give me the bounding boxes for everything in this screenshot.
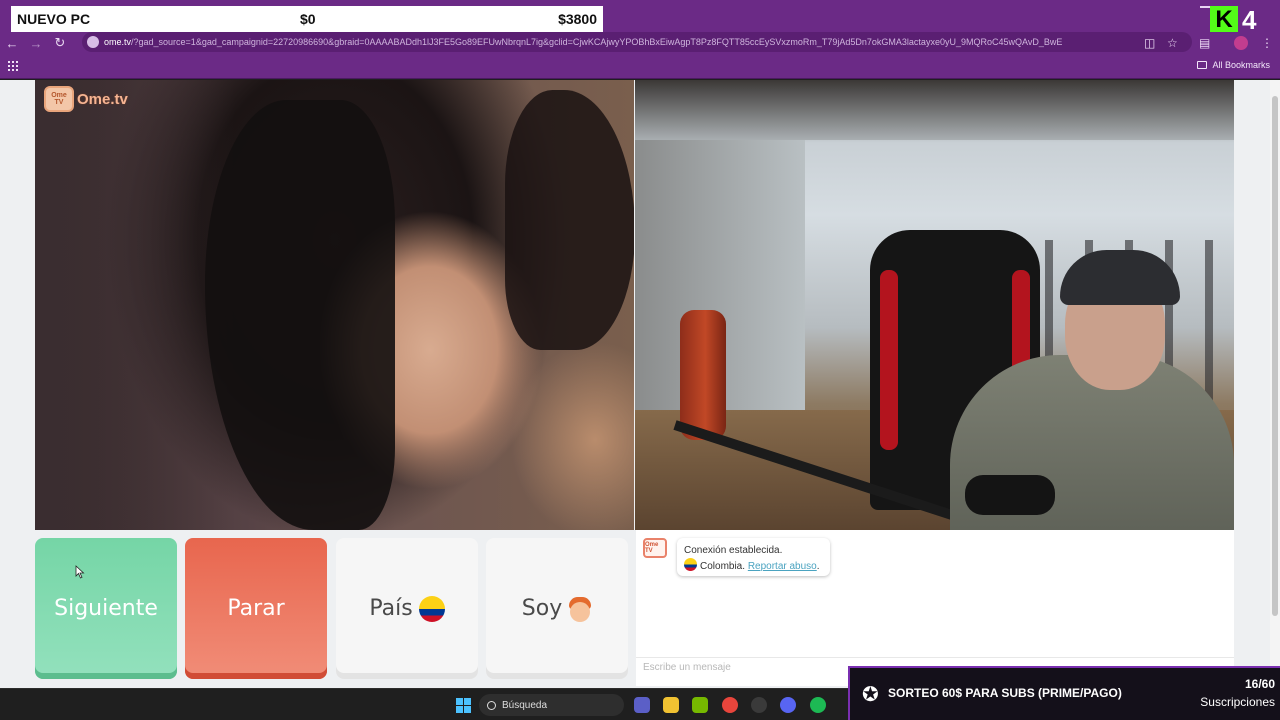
address-bar[interactable]: ome.tv/?gad_source=1&gad_campaignid=2272… — [82, 32, 1192, 52]
url-domain: ome.tv — [104, 37, 132, 47]
gender-button-label: Soy — [521, 596, 563, 621]
mouse-pointer-icon — [75, 565, 85, 579]
system-message: Conexión establecida. Colombia. Reportar… — [677, 538, 830, 576]
giveaway-text: SORTEO 60$ PARA SUBS (PRIME/PAGO) — [888, 686, 1122, 700]
self-camera-video — [635, 80, 1234, 530]
subs-label: Suscripciones — [1200, 695, 1275, 709]
boy-face-icon — [568, 596, 592, 622]
donation-goal-bar: NUEVO PC $0 $3800 — [11, 6, 603, 32]
site-info-icon[interactable] — [87, 36, 99, 48]
report-abuse-link[interactable]: Reportar abuso — [748, 561, 817, 572]
forward-arrow-icon[interactable]: → — [24, 32, 48, 54]
colombia-flag-small-icon — [684, 558, 697, 571]
ometv-logo: Ome TV Ome.tv — [44, 86, 128, 112]
folder-icon — [1197, 61, 1208, 69]
subs-count: 16/60 — [1244, 677, 1275, 691]
search-icon — [487, 700, 496, 710]
goal-current-amount: $0 — [300, 11, 316, 27]
chrome-icon[interactable] — [722, 697, 738, 713]
file-explorer-icon[interactable] — [663, 697, 679, 713]
menu-dots-icon[interactable]: ⋮ — [1261, 32, 1273, 54]
country-filter-button[interactable]: País — [336, 538, 478, 679]
kick-k-icon: K — [1210, 6, 1238, 34]
page-scrollbar[interactable] — [1270, 80, 1280, 688]
apps-grid-icon[interactable] — [8, 61, 18, 71]
windows-start-icon[interactable] — [456, 698, 471, 713]
taskbar-search-label: Búsqueda — [502, 699, 548, 711]
connection-status: Conexión establecida. — [684, 545, 783, 556]
all-bookmarks-label: All Bookmarks — [1212, 60, 1270, 70]
stop-button[interactable]: Parar — [185, 538, 327, 679]
partner-country-line: Colombia. Reportar abuso. — [684, 558, 823, 574]
taskbar-search[interactable]: Búsqueda — [479, 694, 624, 716]
all-bookmarks-button[interactable]: All Bookmarks — [1197, 60, 1270, 70]
profile-icon[interactable] — [1234, 32, 1248, 54]
ometv-tv-icon: Ome TV — [44, 86, 74, 112]
partner-country: Colombia. — [700, 561, 746, 572]
goal-title: NUEVO PC — [17, 11, 91, 27]
country-button-label: País — [369, 596, 413, 621]
next-button-label: Siguiente — [54, 596, 158, 621]
star-icon: ✪ — [862, 684, 879, 706]
goal-target-amount: $3800 — [558, 11, 597, 27]
install-app-icon[interactable]: ◫ — [1144, 32, 1155, 54]
url-path: /?gad_source=1&gad_campaignid=2272098669… — [131, 37, 1063, 47]
stop-button-label: Parar — [227, 596, 285, 621]
minimize-icon[interactable] — [1200, 6, 1210, 8]
ometv-chat-avatar-icon: Ome TV — [643, 538, 667, 558]
ometv-brand-text: Ome.tv — [77, 90, 128, 108]
subs-giveaway-overlay: ✪ SORTEO 60$ PARA SUBS (PRIME/PAGO) 16/6… — [848, 666, 1280, 720]
bookmark-star-icon[interactable]: ☆ — [1167, 32, 1178, 54]
channel-badge: 4 — [1242, 5, 1257, 35]
reload-icon[interactable]: ↻ — [48, 32, 72, 54]
spotify-icon[interactable] — [810, 697, 826, 713]
discord-icon[interactable] — [780, 697, 796, 713]
next-button[interactable]: Siguiente — [35, 538, 177, 679]
nvidia-icon[interactable] — [692, 697, 708, 713]
extensions-icon[interactable]: ▤ — [1199, 32, 1210, 54]
gender-button[interactable]: Soy — [486, 538, 628, 679]
obs-icon[interactable] — [751, 697, 767, 713]
teams-icon[interactable] — [634, 697, 650, 713]
back-arrow-icon[interactable]: ← — [0, 32, 24, 54]
stranger-video — [35, 80, 634, 530]
bookmarks-bar: All Bookmarks — [0, 54, 1280, 79]
colombia-flag-icon — [418, 595, 445, 622]
